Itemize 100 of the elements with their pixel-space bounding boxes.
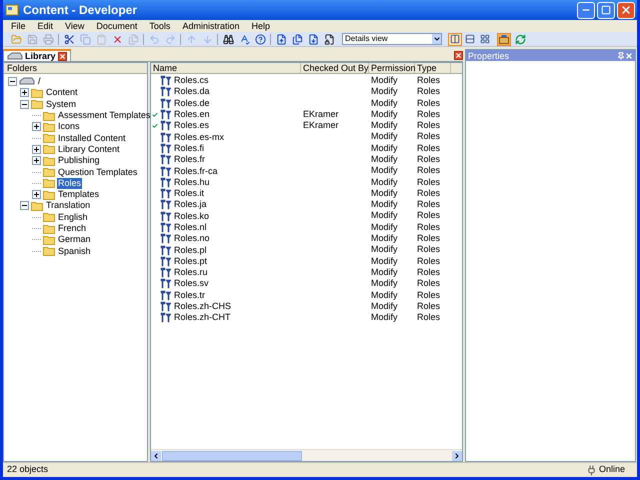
undo-icon <box>148 34 160 44</box>
folder-icon <box>43 190 55 200</box>
menu-item[interactable]: View <box>65 20 84 32</box>
tree-item[interactable]: Spanish <box>57 246 92 257</box>
scroll-thumb[interactable] <box>162 450 302 460</box>
tree-item[interactable]: Assessment Templates <box>57 110 152 122</box>
folder-icon <box>43 246 55 256</box>
name-cell[interactable]: Roles.en <box>174 109 210 120</box>
table-cell: Modify <box>371 120 398 130</box>
name-cell[interactable]: Roles.zh-CHT <box>174 312 231 324</box>
collapse-toggle[interactable] <box>8 77 17 86</box>
columns-view-button[interactable] <box>478 32 492 46</box>
roles-icon <box>160 75 172 86</box>
tree-item[interactable]: Templates <box>57 189 100 200</box>
roles-icon <box>160 210 172 222</box>
menu-item[interactable]: Administration <box>182 20 240 32</box>
menu-item[interactable]: Edit <box>38 20 54 32</box>
expand-toggle[interactable] <box>32 156 41 166</box>
table-cell: Modify <box>371 176 398 187</box>
details-view-button[interactable] <box>448 32 462 46</box>
properties-title: Properties <box>468 50 510 60</box>
column-header[interactable]: Checked Out By <box>301 63 369 73</box>
list-view-button[interactable] <box>463 32 477 46</box>
library-tab[interactable]: Library <box>3 49 71 61</box>
name-cell[interactable]: Roles.fi <box>174 142 204 154</box>
name-cell[interactable]: Roles.cs <box>174 75 209 86</box>
pin-icon[interactable] <box>617 52 625 60</box>
tree-item[interactable]: Library Content <box>57 144 121 155</box>
name-cell[interactable]: Roles.fr-ca <box>174 166 218 177</box>
tree-item[interactable]: French <box>57 223 88 234</box>
table-cell: Modify <box>371 165 398 176</box>
folder-icon <box>43 133 55 144</box>
tree-item[interactable]: Roles <box>57 178 82 189</box>
roles-icon <box>160 278 172 290</box>
tree-item[interactable]: Content <box>45 87 79 98</box>
name-cell[interactable]: Roles.da <box>174 86 210 98</box>
name-cell[interactable]: Roles.es <box>174 120 210 132</box>
tree-item[interactable]: Translation <box>45 200 92 212</box>
table-cell: Modify <box>371 290 398 300</box>
collapse-toggle[interactable] <box>20 201 29 210</box>
package-icon <box>499 34 509 44</box>
name-cell[interactable]: Roles.no <box>174 233 210 244</box>
name-cell[interactable]: Roles.ja <box>174 199 207 210</box>
name-cell[interactable]: Roles.fr <box>174 154 206 166</box>
name-cell[interactable]: Roles.nl <box>174 222 207 233</box>
collapse-toggle[interactable] <box>20 100 29 109</box>
tree-item[interactable]: German <box>57 234 92 246</box>
refresh-button[interactable] <box>513 32 527 46</box>
view-dropdown[interactable]: Details view <box>342 33 442 45</box>
minimize-button[interactable] <box>577 2 595 18</box>
help-button[interactable] <box>253 32 267 46</box>
expand-toggle[interactable] <box>32 122 41 132</box>
name-cell[interactable]: Roles.zh-CHS <box>174 301 232 312</box>
column-header[interactable]: Name <box>151 63 301 73</box>
name-cell[interactable]: Roles.ru <box>174 267 208 278</box>
tree-item[interactable]: Publishing <box>57 155 101 166</box>
name-cell[interactable]: Roles.es-mx <box>174 132 224 143</box>
tree-item[interactable]: Question Templates <box>57 166 138 178</box>
name-cell[interactable]: Roles.sv <box>174 278 209 290</box>
menu-item[interactable]: Tools <box>149 20 170 32</box>
tree-item[interactable]: Installed Content <box>57 132 127 144</box>
horizontal-scrollbar[interactable] <box>151 449 462 461</box>
name-cell[interactable]: Roles.ko <box>174 210 210 222</box>
folder-icon <box>31 88 43 98</box>
expand-toggle[interactable] <box>32 144 41 154</box>
close-tab-button[interactable] <box>58 52 67 60</box>
name-cell[interactable]: Roles.it <box>174 188 204 200</box>
roles-icon <box>160 301 172 312</box>
maximize-button[interactable] <box>597 2 615 18</box>
search-button[interactable] <box>221 32 235 46</box>
tree-item[interactable]: English <box>57 212 89 223</box>
tree-item[interactable]: System <box>45 98 78 110</box>
column-header[interactable]: Permission <box>369 63 415 73</box>
close-icon[interactable] <box>625 52 633 60</box>
menu-item[interactable]: Document <box>96 20 138 32</box>
tree-item[interactable]: Icons <box>57 121 81 132</box>
column-header[interactable]: Type <box>415 63 451 73</box>
menu-item[interactable]: Help <box>251 20 270 32</box>
menu-item[interactable]: File <box>11 20 26 32</box>
tree-item[interactable]: / <box>37 76 42 88</box>
expand-toggle[interactable] <box>20 88 29 98</box>
name-cell[interactable]: Roles.hu <box>174 176 210 188</box>
package-button[interactable] <box>497 32 511 46</box>
expand-toggle[interactable] <box>32 190 41 200</box>
roles-icon <box>160 166 172 177</box>
scissors-icon <box>64 34 74 44</box>
folder-icon <box>43 234 55 245</box>
table-cell: Modify <box>371 154 398 164</box>
folders-header: Folders <box>4 63 147 74</box>
name-cell[interactable]: Roles.pt <box>174 256 208 267</box>
roles-icon <box>160 244 172 256</box>
name-cell[interactable]: Roles.tr <box>174 290 206 301</box>
name-cell[interactable]: Roles.pl <box>174 244 207 256</box>
table-cell: Modify <box>371 188 398 198</box>
file-lock-button[interactable] <box>322 32 336 46</box>
close-pane-button[interactable] <box>454 51 463 60</box>
close-button[interactable] <box>617 2 635 18</box>
documents-button[interactable] <box>290 32 304 46</box>
name-cell[interactable]: Roles.de <box>174 98 210 109</box>
scissors-button[interactable] <box>62 32 76 46</box>
